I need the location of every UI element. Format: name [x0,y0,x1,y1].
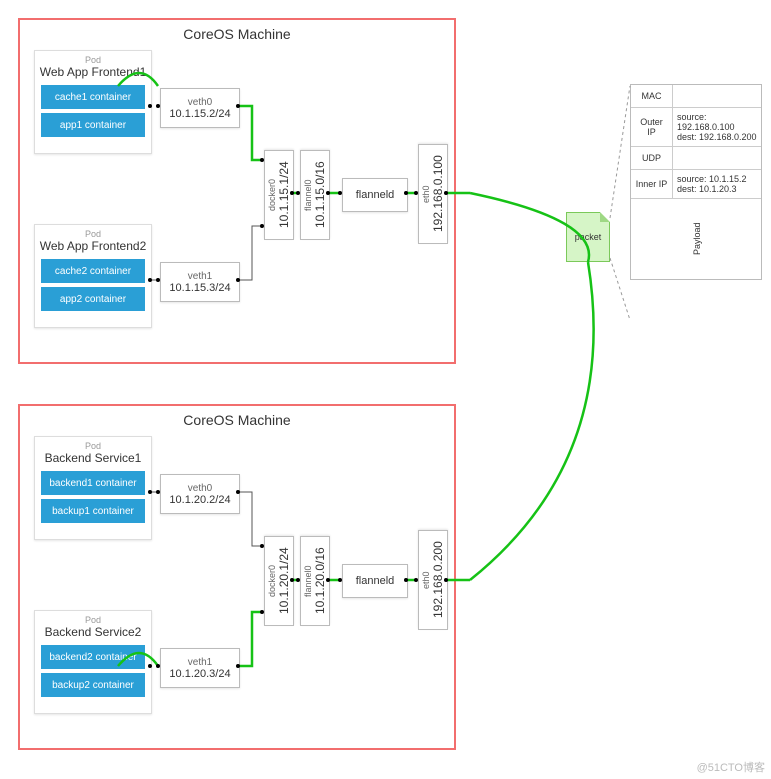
veth0-box-2: veth0 10.1.20.2/24 [160,474,240,514]
veth0-box: veth0 10.1.15.2/24 [160,88,240,128]
veth1-name: veth1 [188,271,212,282]
flanneld-box-2: flanneld [342,564,408,598]
eth0-name-2: eth0 [421,571,431,589]
flannel0-name-2: flannel0 [303,565,313,597]
pod-label: Pod [35,441,151,451]
container-cache1: cache1 container [41,85,145,109]
eth0-ip-2: 192.168.0.200 [431,542,445,619]
pod-frontend1: Pod Web App Frontend1 cache1 container a… [34,50,152,154]
packet-info: source: 192.168.0.100 dest: 192.168.0.20… [673,108,761,146]
flannel0-ip-2: 10.1.20.0/16 [313,548,327,615]
pod-backend1: Pod Backend Service1 backend1 container … [34,436,152,540]
packet-row-innerip: Inner IP source: 10.1.15.2 dest: 10.1.20… [631,170,761,199]
packet-table: MAC Outer IP source: 192.168.0.100 dest:… [630,84,762,280]
packet-row-mac: MAC [631,85,761,108]
container-backend2: backend2 container [41,645,145,669]
eth0-ip: 192.168.0.100 [431,156,445,233]
container-cache2: cache2 container [41,259,145,283]
container-backup1: backup1 container [41,499,145,523]
packet-layer: Payload [631,199,763,279]
pod-label: Pod [35,55,151,65]
pod-title: Web App Frontend1 [35,65,151,79]
packet-layer: Inner IP [631,170,673,198]
pod-title: Web App Frontend2 [35,239,151,253]
container-backup2: backup2 container [41,673,145,697]
packet-info [673,85,761,107]
container-app2: app2 container [41,287,145,311]
docker0-ip: 10.1.15.1/24 [277,162,291,229]
packet-layer: Outer IP [631,108,673,146]
veth1-ip-2: 10.1.20.3/24 [169,668,230,680]
packet-icon: packet [566,212,610,262]
veth0-name: veth0 [188,97,212,108]
packet-info [673,147,761,169]
pod-frontend2: Pod Web App Frontend2 cache2 container a… [34,224,152,328]
flannel0-box: flannel0 10.1.15.0/16 [300,150,330,240]
packet-row-outerip: Outer IP source: 192.168.0.100 dest: 192… [631,108,761,147]
machine-2: CoreOS Machine Pod Backend Service1 back… [18,404,456,750]
docker0-name-2: docker0 [267,565,277,597]
veth1-box: veth1 10.1.15.3/24 [160,262,240,302]
veth0-ip-2: 10.1.20.2/24 [169,494,230,506]
flannel0-box-2: flannel0 10.1.20.0/16 [300,536,330,626]
docker0-name: docker0 [267,179,277,211]
veth1-ip: 10.1.15.3/24 [169,282,230,294]
packet-layer: UDP [631,147,673,169]
docker0-ip-2: 10.1.20.1/24 [277,548,291,615]
packet-info: source: 10.1.15.2 dest: 10.1.20.3 [673,170,761,198]
veth0-ip: 10.1.15.2/24 [169,108,230,120]
pod-label: Pod [35,615,151,625]
flannel0-name: flannel0 [303,179,313,211]
docker0-box-2: docker0 10.1.20.1/24 [264,536,294,626]
machine-1-title: CoreOS Machine [20,26,454,42]
packet-layer: MAC [631,85,673,107]
pod-title: Backend Service1 [35,451,151,465]
pod-label: Pod [35,229,151,239]
machine-2-title: CoreOS Machine [20,412,454,428]
docker0-box: docker0 10.1.15.1/24 [264,150,294,240]
veth1-box-2: veth1 10.1.20.3/24 [160,648,240,688]
pod-title: Backend Service2 [35,625,151,639]
eth0-box: eth0 192.168.0.100 [418,144,448,244]
packet-row-payload: Payload [631,199,761,279]
flanneld-label-2: flanneld [356,575,395,587]
flanneld-box: flanneld [342,178,408,212]
veth1-name-2: veth1 [188,657,212,668]
packet-label: packet [575,232,602,242]
eth0-box-2: eth0 192.168.0.200 [418,530,448,630]
pod-backend2: Pod Backend Service2 backend2 container … [34,610,152,714]
container-app1: app1 container [41,113,145,137]
packet-row-udp: UDP [631,147,761,170]
machine-1: CoreOS Machine Pod Web App Frontend1 cac… [18,18,456,364]
container-backend1: backend1 container [41,471,145,495]
watermark: @51CTO博客 [697,759,765,775]
flannel0-ip: 10.1.15.0/16 [313,162,327,229]
flanneld-label: flanneld [356,189,395,201]
veth0-name-2: veth0 [188,483,212,494]
eth0-name: eth0 [421,185,431,203]
